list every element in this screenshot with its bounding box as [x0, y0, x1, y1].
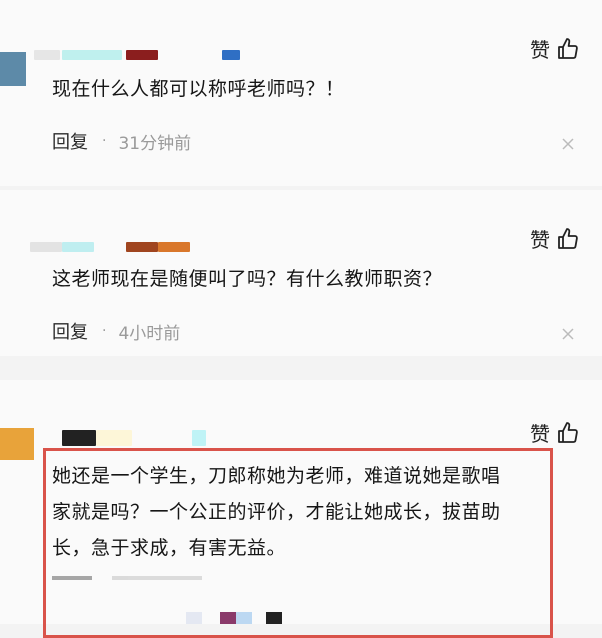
thumbs-up-icon	[556, 421, 580, 445]
username-blur	[126, 242, 158, 252]
username-blur	[222, 50, 240, 60]
reply-button[interactable]: 回复	[52, 128, 88, 154]
like-button[interactable]: 赞	[530, 224, 580, 253]
comment-text: 现在什么人都可以称呼老师吗？！	[52, 78, 345, 100]
username-blur	[96, 430, 132, 446]
like-label: 赞	[530, 422, 550, 446]
username-blur	[236, 612, 252, 624]
comment-meta: 回复 · 4小时前	[52, 318, 180, 344]
reply-button[interactable]: 回复	[52, 318, 88, 344]
username-blur	[34, 50, 60, 60]
username-blur	[186, 612, 202, 624]
username-blur	[192, 430, 206, 446]
thumbs-up-icon	[556, 227, 580, 251]
comment-text: 她还是一个学生，刀郎称她为老师，难道说她是歌唱 家就是吗？一个公正的评价，才能让…	[52, 458, 501, 566]
username-blur	[266, 612, 282, 624]
like-button[interactable]: 赞	[530, 418, 580, 447]
reply-button[interactable]	[52, 576, 92, 580]
comment-text-line: 她还是一个学生，刀郎称她为老师，难道说她是歌唱	[52, 465, 501, 487]
username-blur	[62, 242, 94, 252]
comment-card-3: 赞 她还是一个学生，刀郎称她为老师，难道说她是歌唱 家就是吗？一个公正的评价，才…	[0, 380, 602, 624]
comment-text: 这老师现在是随便叫了吗？有什么教师职资？	[52, 268, 443, 290]
username-blur	[30, 242, 62, 252]
username-blur	[220, 612, 236, 624]
comment-text-line: 家就是吗？一个公正的评价，才能让她成长，拔苗助	[52, 501, 501, 523]
comment-card-1: 赞 现在什么人都可以称呼老师吗？！ 回复 · 31分钟前	[0, 0, 602, 186]
comment-meta-cut	[52, 576, 202, 580]
separator-dot: ·	[102, 133, 107, 149]
username-blur	[158, 242, 190, 252]
like-label: 赞	[530, 228, 550, 252]
comment-text-line: 长，急于求成，有害无益。	[52, 537, 287, 559]
username-blur	[62, 430, 96, 446]
avatar[interactable]	[0, 428, 34, 460]
username-blur	[62, 50, 122, 60]
like-button[interactable]: 赞	[530, 34, 580, 63]
timestamp: 4小时前	[118, 323, 181, 344]
timestamp	[112, 576, 202, 580]
timestamp: 31分钟前	[118, 133, 192, 154]
close-icon[interactable]	[562, 138, 574, 150]
separator-dot: ·	[102, 323, 107, 339]
username-blur	[126, 50, 158, 60]
like-label: 赞	[530, 38, 550, 62]
close-icon[interactable]	[562, 328, 574, 340]
thumbs-up-icon	[556, 37, 580, 61]
comment-meta: 回复 · 31分钟前	[52, 128, 191, 154]
avatar[interactable]	[0, 52, 26, 86]
comment-card-2: 赞 这老师现在是随便叫了吗？有什么教师职资？ 回复 · 4小时前	[0, 190, 602, 356]
